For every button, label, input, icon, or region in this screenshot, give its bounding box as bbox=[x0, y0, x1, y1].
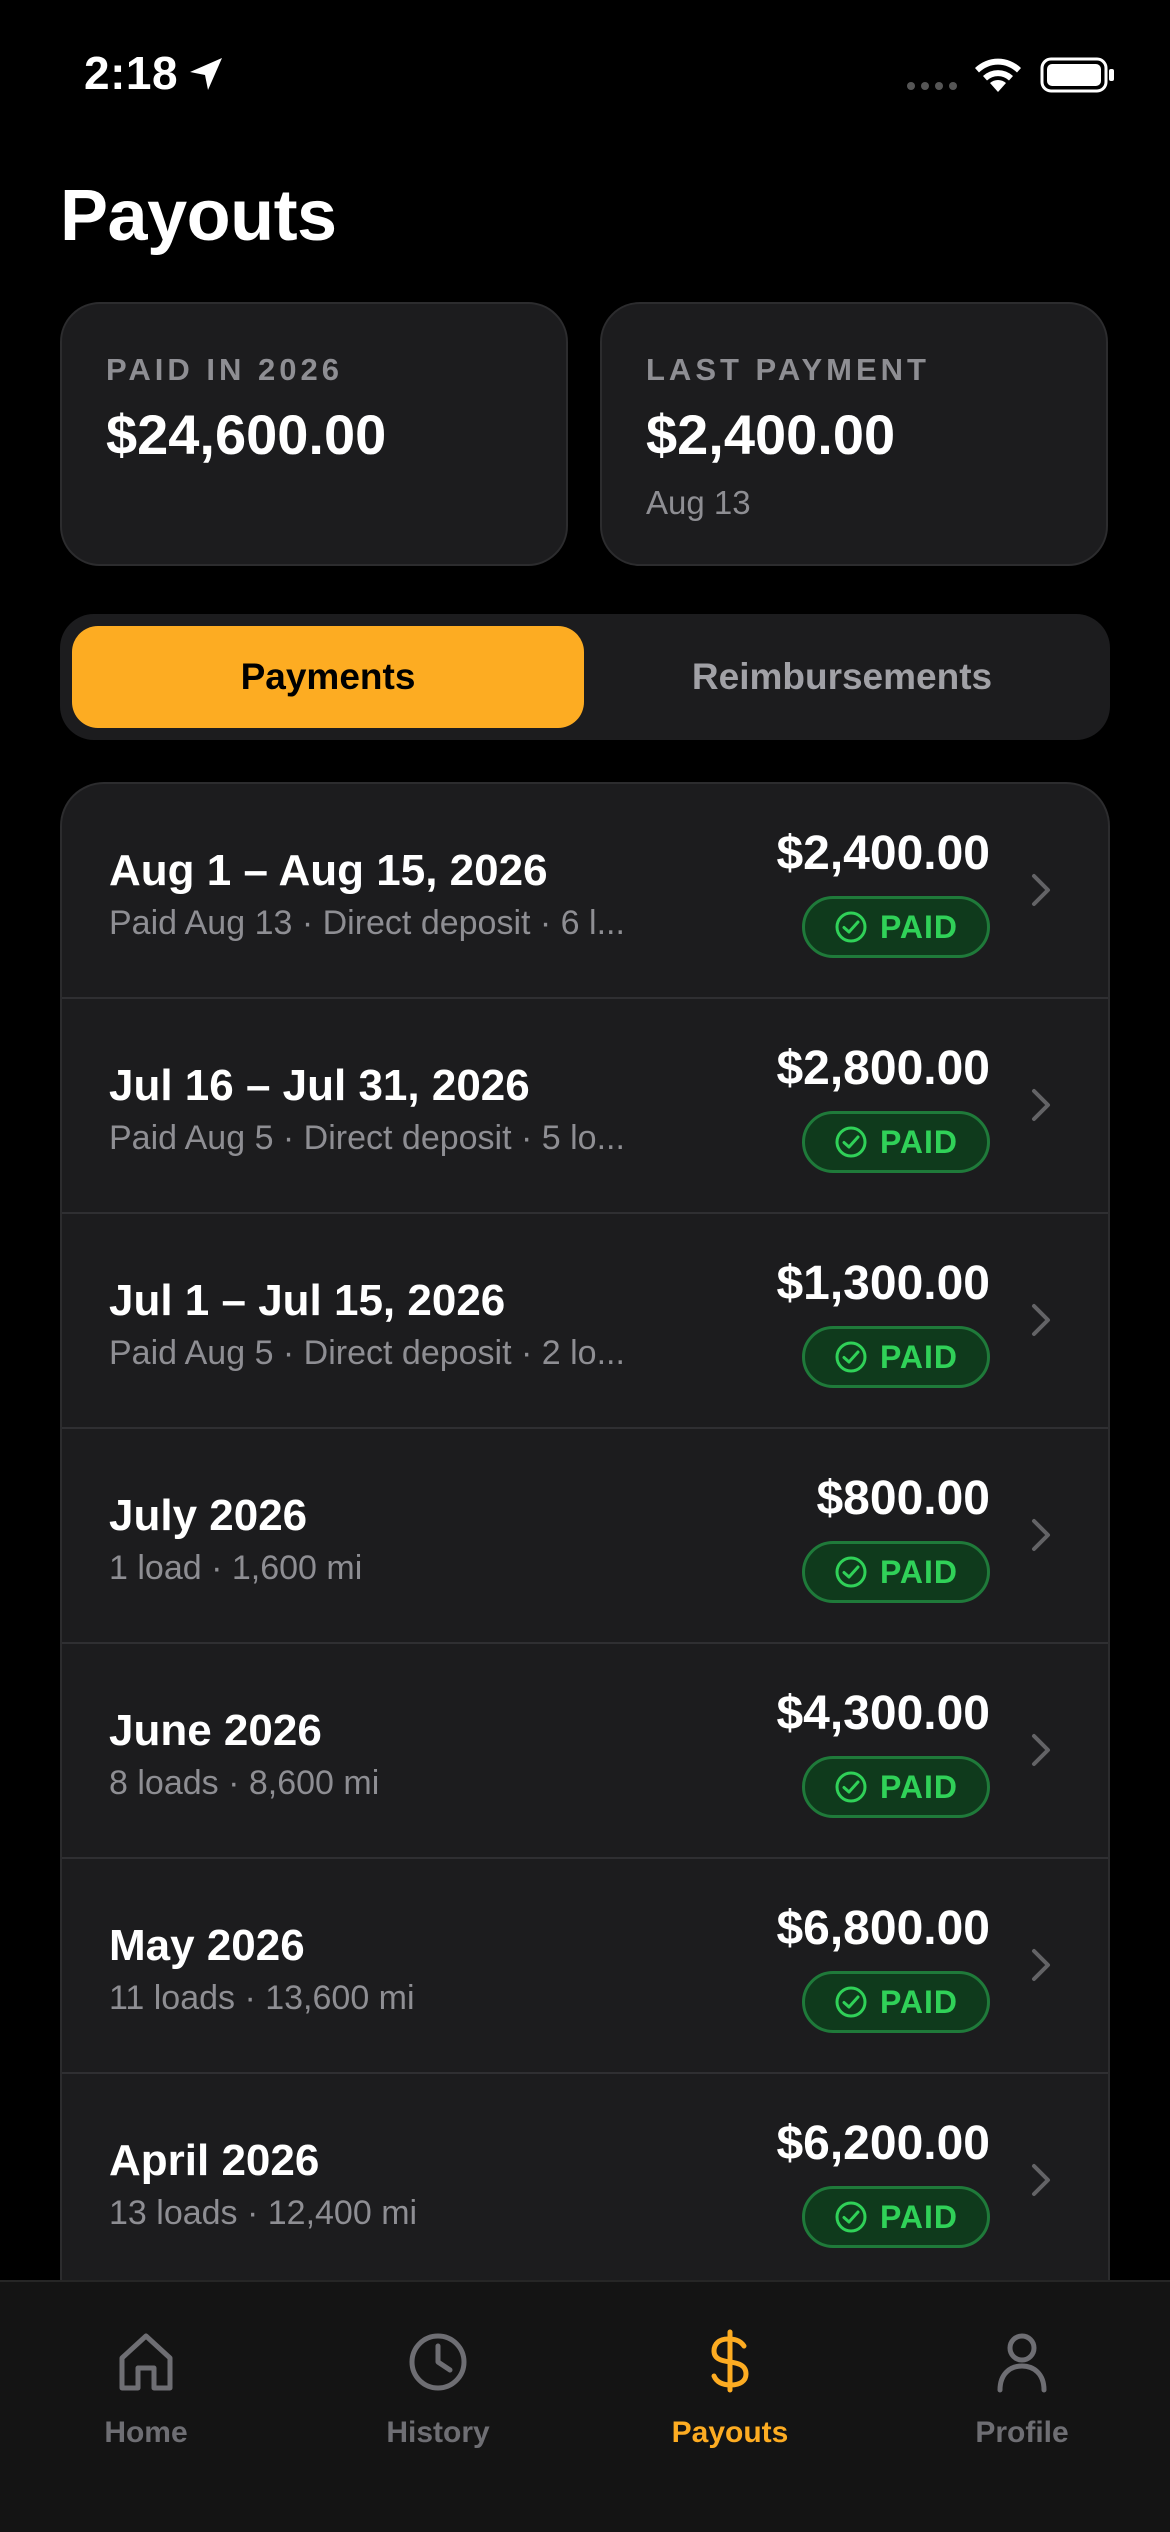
payout-row[interactable]: May 2026 11 loads · 13,600 mi $6,800.00 PAI… bbox=[62, 1859, 1108, 2074]
last-payment-card: LAST PAYMENT $2,400.00 Aug 13 bbox=[600, 302, 1108, 566]
payout-amount: $1,300.00 bbox=[776, 1257, 990, 1310]
chevron-right-icon bbox=[1032, 1949, 1050, 1981]
chevron-right-icon bbox=[1032, 874, 1050, 906]
payout-row[interactable]: April 2026 13 loads · 12,400 mi $6,200.00 P… bbox=[62, 2074, 1108, 2282]
payout-details: 13 loads · 12,400 mi bbox=[109, 2194, 418, 2232]
status-badge-label: PAID bbox=[879, 2198, 959, 2235]
check-circle-icon bbox=[835, 911, 867, 943]
payout-details: Paid Aug 5 · Direct deposit · 5 lo... bbox=[109, 1119, 625, 1157]
payout-amount: $4,300.00 bbox=[776, 1687, 990, 1740]
payout-period: April 2026 bbox=[109, 2136, 320, 2185]
last-payment-label: LAST PAYMENT bbox=[646, 352, 930, 387]
payout-details: 1 load · 1,600 mi bbox=[109, 1549, 363, 1587]
check-circle-icon bbox=[835, 1341, 867, 1373]
chevron-right-icon bbox=[1032, 1734, 1050, 1766]
check-circle-icon bbox=[835, 1986, 867, 2018]
segment-reimbursements[interactable]: Reimbursements bbox=[586, 626, 1098, 728]
payout-period: Aug 1 – Aug 15, 2026 bbox=[109, 846, 548, 895]
status-badge-label: PAID bbox=[879, 1123, 959, 1160]
payout-amount: $800.00 bbox=[816, 1472, 990, 1525]
page-title: Payouts bbox=[60, 176, 337, 256]
chevron-right-icon bbox=[1032, 1304, 1050, 1336]
payments-segmented-control: Payments Reimbursements bbox=[60, 614, 1110, 740]
payout-row[interactable]: Jul 16 – Jul 31, 2026 Paid Aug 5 · Direct… bbox=[62, 999, 1108, 1214]
status-badge: PAID bbox=[802, 1326, 990, 1388]
payout-amount: $6,800.00 bbox=[776, 1902, 990, 1955]
payout-details: Paid Aug 13 · Direct deposit · 6 l... bbox=[109, 904, 625, 942]
payout-period: Jul 16 – Jul 31, 2026 bbox=[109, 1061, 530, 1110]
tab-home[interactable]: Home bbox=[0, 2282, 292, 2462]
dollar-icon bbox=[711, 2329, 749, 2393]
payout-details: Paid Aug 5 · Direct deposit · 2 lo... bbox=[109, 1334, 625, 1372]
tab-bar: Home History Payouts Profile bbox=[0, 2280, 1170, 2532]
paid-in-year-value: $24,600.00 bbox=[106, 403, 387, 466]
payout-details: 11 loads · 13,600 mi bbox=[109, 1979, 415, 2017]
status-badge-label: PAID bbox=[879, 908, 959, 945]
cellular-signal-icon bbox=[907, 82, 957, 90]
payout-period: July 2026 bbox=[109, 1491, 308, 1540]
status-badge: PAID bbox=[802, 896, 990, 958]
tab-home-label: Home bbox=[104, 2416, 188, 2449]
paid-in-year-label: PAID IN 2026 bbox=[106, 352, 343, 387]
person-icon bbox=[997, 2333, 1047, 2393]
payout-row[interactable]: July 2026 1 load · 1,600 mi $800.00 PAID bbox=[62, 1429, 1108, 1644]
status-badge: PAID bbox=[802, 1541, 990, 1603]
check-circle-icon bbox=[835, 2201, 867, 2233]
tab-profile-label: Profile bbox=[975, 2416, 1069, 2449]
payout-amount: $2,400.00 bbox=[776, 827, 990, 880]
check-circle-icon bbox=[835, 1126, 867, 1158]
payout-row[interactable]: Jul 1 – Jul 15, 2026 Paid Aug 5 · Direct … bbox=[62, 1214, 1108, 1429]
status-bar: 2:18 bbox=[0, 0, 1170, 150]
last-payment-value: $2,400.00 bbox=[646, 403, 896, 466]
payout-period: June 2026 bbox=[109, 1706, 322, 1755]
chevron-right-icon bbox=[1032, 1519, 1050, 1551]
clock-icon bbox=[409, 2333, 467, 2391]
chevron-right-icon bbox=[1032, 2164, 1050, 2196]
battery-icon bbox=[1040, 57, 1114, 93]
last-payment-date: Aug 13 bbox=[646, 484, 751, 521]
paid-in-year-card: PAID IN 2026 $24,600.00 bbox=[60, 302, 568, 566]
payout-period: May 2026 bbox=[109, 1921, 305, 1970]
wifi-icon bbox=[975, 58, 1021, 92]
home-icon bbox=[119, 2333, 173, 2391]
status-time: 2:18 bbox=[84, 47, 179, 99]
status-badge: PAID bbox=[802, 1756, 990, 1818]
status-badge-label: PAID bbox=[879, 1983, 959, 2020]
status-badge-label: PAID bbox=[879, 1553, 959, 1590]
segment-payments[interactable]: Payments bbox=[72, 626, 584, 728]
status-badge-label: PAID bbox=[879, 1338, 959, 1375]
tab-profile[interactable]: Profile bbox=[876, 2282, 1168, 2462]
location-arrow-icon bbox=[190, 58, 222, 90]
payout-amount: $2,800.00 bbox=[776, 1042, 990, 1095]
tab-history[interactable]: History bbox=[292, 2282, 584, 2462]
payout-list: Aug 1 – Aug 15, 2026 Paid Aug 13 · Direct… bbox=[60, 782, 1110, 2282]
payout-row[interactable]: Aug 1 – Aug 15, 2026 Paid Aug 13 · Direct… bbox=[62, 784, 1108, 999]
chevron-right-icon bbox=[1032, 1089, 1050, 1121]
payout-period: Jul 1 – Jul 15, 2026 bbox=[109, 1276, 506, 1325]
tab-payouts[interactable]: Payouts bbox=[584, 2282, 876, 2462]
tab-history-label: History bbox=[386, 2416, 490, 2449]
check-circle-icon bbox=[835, 1771, 867, 1803]
check-circle-icon bbox=[835, 1556, 867, 1588]
status-badge: PAID bbox=[802, 2186, 990, 2248]
status-badge: PAID bbox=[802, 1971, 990, 2033]
payout-amount: $6,200.00 bbox=[776, 2117, 990, 2170]
status-badge: PAID bbox=[802, 1111, 990, 1173]
status-badge-label: PAID bbox=[879, 1768, 959, 1805]
payout-row[interactable]: June 2026 8 loads · 8,600 mi $4,300.00 PAID bbox=[62, 1644, 1108, 1859]
payout-details: 8 loads · 8,600 mi bbox=[109, 1764, 380, 1802]
tab-payouts-label: Payouts bbox=[671, 2416, 789, 2449]
